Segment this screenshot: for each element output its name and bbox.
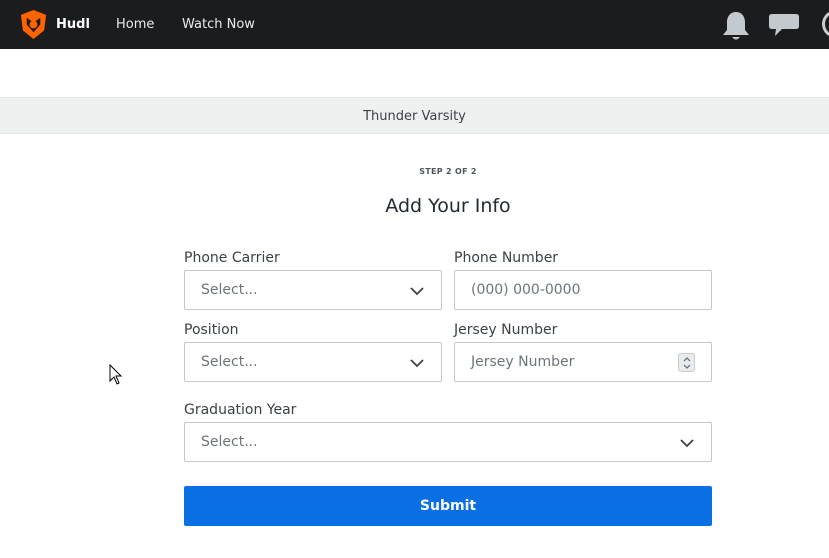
position-placeholder: Select... xyxy=(201,354,258,370)
team-banner: Thunder Varsity xyxy=(0,97,829,134)
top-nav-bar: Hudl Home Watch Now xyxy=(0,0,829,49)
phone-number-label: Phone Number xyxy=(454,250,559,266)
graduation-year-select[interactable]: Select... xyxy=(184,422,712,462)
graduation-year-placeholder: Select... xyxy=(201,434,258,450)
graduation-year-label: Graduation Year xyxy=(184,402,297,418)
bell-icon[interactable] xyxy=(721,10,751,42)
number-stepper[interactable] xyxy=(678,353,695,372)
nav-home-link[interactable]: Home xyxy=(116,17,154,32)
hudl-logo-icon[interactable] xyxy=(18,9,49,40)
brand-name[interactable]: Hudl xyxy=(56,17,90,32)
chevron-down-icon xyxy=(410,359,424,368)
team-name: Thunder Varsity xyxy=(363,109,466,124)
stepper-arrows-icon xyxy=(683,357,691,369)
nav-watch-now-link[interactable]: Watch Now xyxy=(182,17,255,32)
position-select[interactable]: Select... xyxy=(184,342,442,382)
phone-carrier-select[interactable]: Select... xyxy=(184,270,442,310)
chat-icon[interactable] xyxy=(768,11,800,39)
phone-number-placeholder: (000) 000-0000 xyxy=(471,282,581,298)
mouse-cursor-icon xyxy=(109,364,123,385)
avatar[interactable] xyxy=(822,10,829,38)
step-indicator: STEP 2 OF 2 xyxy=(419,167,477,176)
chevron-down-icon xyxy=(680,439,694,448)
phone-carrier-placeholder: Select... xyxy=(201,282,258,298)
jersey-number-label: Jersey Number xyxy=(454,322,558,338)
position-label: Position xyxy=(184,322,239,338)
jersey-number-placeholder: Jersey Number xyxy=(471,354,575,370)
chevron-down-icon xyxy=(410,287,424,296)
submit-button[interactable]: Submit xyxy=(184,486,712,526)
phone-carrier-label: Phone Carrier xyxy=(184,250,280,266)
submit-button-label: Submit xyxy=(419,498,477,514)
phone-number-input[interactable]: (000) 000-0000 xyxy=(454,270,712,310)
jersey-number-input[interactable]: Jersey Number xyxy=(454,342,712,382)
page-title: Add Your Info xyxy=(385,195,511,217)
